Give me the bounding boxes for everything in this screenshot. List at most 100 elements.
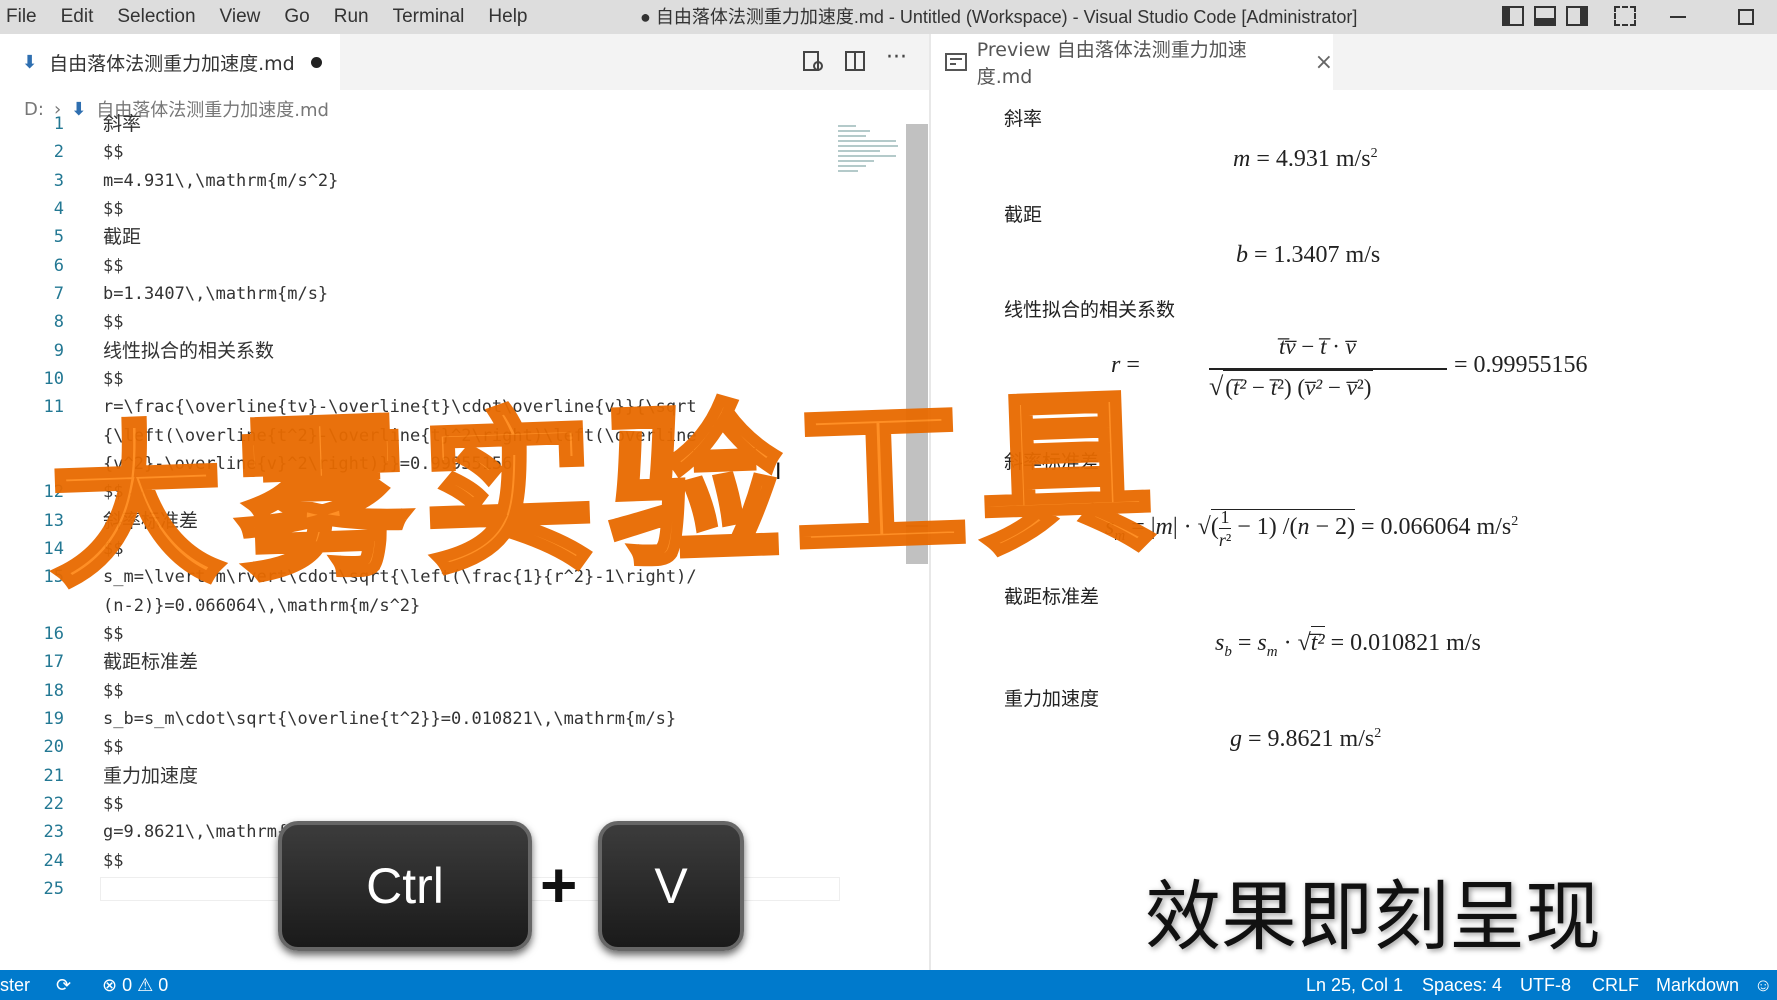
line-number: 7 [53, 284, 64, 304]
branch-status[interactable]: ster [0, 970, 30, 1000]
heading-correlation: 线性拟合的相关系数 [1004, 299, 1176, 321]
menu-go[interactable]: Go [272, 0, 321, 34]
tab-preview[interactable]: Preview 自由落体法测重力加速度.md × [931, 34, 1333, 90]
code-line[interactable]: 21 重力加速度 [0, 762, 900, 790]
menu-file[interactable]: File [0, 0, 49, 34]
line-number: 6 [53, 256, 64, 276]
unsaved-dot-icon[interactable] [310, 56, 322, 68]
code-line[interactable]: 17 截距标准差 [0, 648, 900, 676]
heading-gravity: 重力加速度 [1004, 688, 1100, 710]
code-line[interactable]: 19 s_b=s_m\cdot\sqrt{\overline{t^2}}=0.01… [0, 705, 900, 733]
text-cursor-icon: I [775, 460, 782, 485]
code-line[interactable]: 1 斜率 [0, 110, 900, 138]
layout-controls [1502, 6, 1636, 26]
code-line[interactable]: 4 $$ [0, 195, 900, 223]
error-icon: ⊗ [102, 975, 118, 995]
line-number: 1 [53, 114, 64, 134]
line-number: 18 [43, 681, 64, 701]
menu-selection[interactable]: Selection [105, 0, 207, 34]
toggle-secondary-sidebar-icon[interactable] [1566, 6, 1588, 26]
minimize-icon[interactable] [1670, 16, 1686, 18]
open-preview-icon[interactable] [802, 50, 824, 72]
menu-run[interactable]: Run [322, 0, 381, 34]
line-text: $$ [103, 851, 124, 871]
more-actions-icon[interactable]: ··· [886, 47, 907, 72]
watermark-title: 大雾实验工具 [44, 366, 1172, 614]
line-text: $$ [103, 737, 124, 757]
sync-icon[interactable]: ⟳ [56, 970, 71, 1000]
menu-terminal[interactable]: Terminal [381, 0, 477, 34]
menu-view[interactable]: View [208, 0, 273, 34]
toggle-sidebar-icon[interactable] [1502, 6, 1524, 26]
equation-intercept-sd: sb = sm · √t̅² = 0.010821 m/s [1215, 626, 1481, 661]
line-text: $$ [103, 256, 124, 276]
line-number: 20 [43, 737, 64, 757]
line-number: 3 [53, 171, 64, 191]
code-line[interactable]: 2 $$ [0, 138, 900, 166]
code-line[interactable]: 8 $$ [0, 308, 900, 336]
line-text: $$ [103, 624, 124, 644]
eol-status[interactable]: CRLF [1592, 970, 1639, 1000]
line-number: 16 [43, 624, 64, 644]
indentation-status[interactable]: Spaces: 4 [1422, 970, 1502, 1000]
warning-icon: ⚠ [137, 975, 154, 995]
line-text: 截距 [103, 226, 142, 248]
tab-label: 自由落体法测重力加速度.md [49, 52, 295, 75]
line-number: 21 [43, 766, 64, 786]
equation-intercept: b = 1.3407 m/s [1236, 242, 1381, 268]
cursor-position[interactable]: Ln 25, Col 1 [1306, 970, 1403, 1000]
key-plus: + [540, 849, 578, 921]
code-line[interactable]: 16 $$ [0, 620, 900, 648]
problems-status[interactable]: ⊗ 0 ⚠ 0 [102, 970, 168, 1000]
key-ctrl: Ctrl [278, 821, 532, 951]
line-text: 截距标准差 [103, 651, 199, 673]
code-line[interactable]: 7 b=1.3407\,\mathrm{m/s} [0, 280, 900, 308]
line-number: 9 [53, 341, 64, 361]
encoding-status[interactable]: UTF-8 [1520, 970, 1571, 1000]
maximize-icon[interactable] [1738, 9, 1754, 25]
value-g: 9.8621 [1267, 726, 1334, 752]
key-v: V [598, 821, 744, 951]
code-line[interactable]: 5 截距 [0, 223, 900, 251]
line-text: 斜率 [103, 113, 142, 135]
window-title: ● 自由落体法测重力加速度.md - Untitled (Workspace) … [640, 7, 1358, 27]
split-editor-icon[interactable] [844, 50, 866, 72]
toggle-panel-icon[interactable] [1534, 6, 1556, 26]
code-line[interactable]: 22 $$ [0, 790, 900, 818]
line-text: b=1.3407\,\mathrm{m/s} [103, 284, 329, 304]
line-number: 22 [43, 794, 64, 814]
close-icon[interactable]: × [1315, 50, 1333, 75]
line-number: 8 [53, 312, 64, 332]
title-bar: File Edit Selection View Go Run Terminal… [0, 0, 1777, 34]
menu-edit[interactable]: Edit [49, 0, 106, 34]
code-line[interactable]: 3 m=4.931\,\mathrm{m/s^2} [0, 167, 900, 195]
line-text: 重力加速度 [103, 765, 199, 787]
code-line[interactable]: 6 $$ [0, 252, 900, 280]
value-r: 0.99955156 [1473, 352, 1588, 378]
line-text: 线性拟合的相关系数 [103, 340, 275, 362]
equation-slope: m = 4.931 m/s2 [1233, 146, 1378, 172]
minimap[interactable] [836, 122, 902, 182]
line-text: m=4.931\,\mathrm{m/s^2} [103, 171, 339, 191]
code-line[interactable]: 20 $$ [0, 733, 900, 761]
language-status[interactable]: Markdown [1656, 970, 1739, 1000]
customize-layout-icon[interactable] [1614, 6, 1636, 26]
editor-tab-bar: ⬇ 自由落体法测重力加速度.md ··· [0, 34, 930, 90]
line-number: 24 [43, 851, 64, 871]
line-number: 2 [53, 142, 64, 162]
code-line[interactable]: 18 $$ [0, 677, 900, 705]
line-number: 5 [53, 227, 64, 247]
line-number: 17 [43, 652, 64, 672]
feedback-icon[interactable]: ☺ [1754, 970, 1772, 1000]
value-b: 1.3407 [1273, 242, 1340, 268]
heading-slope: 斜率 [1004, 108, 1043, 130]
menu-help[interactable]: Help [476, 0, 539, 34]
tab-markdown-file[interactable]: ⬇ 自由落体法测重力加速度.md [0, 34, 340, 90]
preview-tab-bar: Preview 自由落体法测重力加速度.md × [931, 34, 1777, 90]
line-text: $$ [103, 794, 124, 814]
value-m: 4.931 [1275, 146, 1330, 172]
status-bar: ster ⟳ ⊗ 0 ⚠ 0 Ln 25, Col 1 Spaces: 4 UT… [0, 970, 1777, 1000]
preview-icon [945, 53, 967, 71]
value-sm: 0.066064 [1380, 514, 1471, 541]
line-number: 25 [43, 879, 64, 899]
